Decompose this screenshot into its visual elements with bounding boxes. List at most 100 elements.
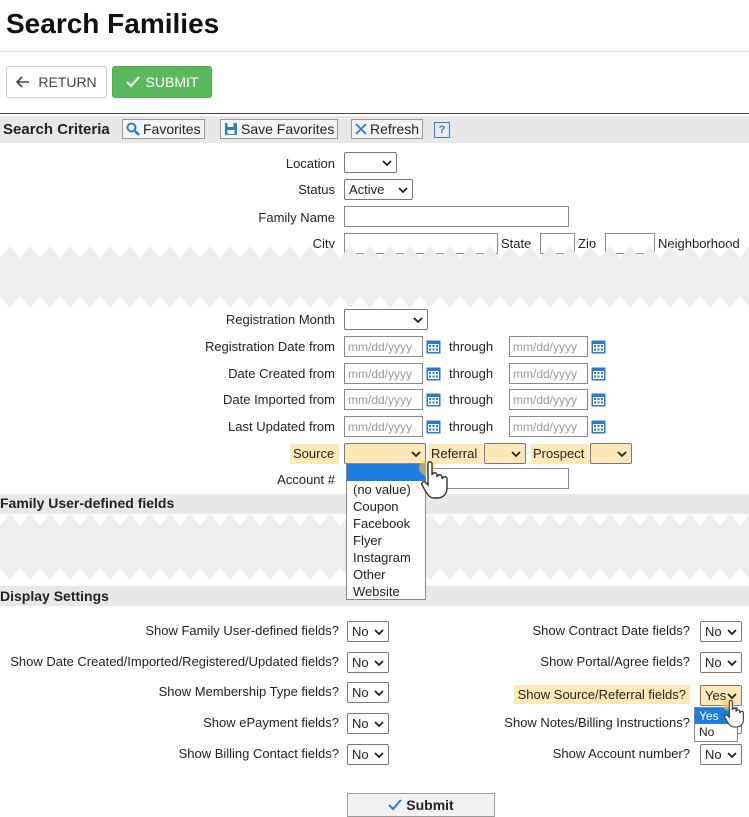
divider bbox=[0, 51, 749, 52]
submit-button-top[interactable]: SUBMIT bbox=[112, 66, 212, 98]
display-settings-title: Display Settings bbox=[0, 588, 109, 604]
search-icon bbox=[126, 122, 140, 136]
location-label: Location bbox=[285, 156, 335, 171]
date-created-from-input[interactable]: mm/dd/yyyy bbox=[344, 363, 423, 384]
check-icon bbox=[125, 76, 140, 88]
submit-bottom-label: Submit bbox=[406, 797, 454, 813]
last-updated-to-input[interactable]: mm/dd/yyyy bbox=[509, 416, 588, 437]
chevron-down-icon bbox=[374, 659, 384, 666]
save-icon bbox=[225, 123, 237, 135]
dropdown-item[interactable]: (no value) bbox=[347, 481, 425, 498]
date-imported-label: Date Imported from bbox=[223, 392, 335, 407]
last-updated-label: Last Updated from bbox=[228, 419, 335, 434]
close-icon bbox=[355, 123, 367, 135]
display-left-label: Show Date Created/Imported/Registered/Up… bbox=[10, 654, 339, 669]
registration-month-label: Registration Month bbox=[225, 312, 335, 327]
display-right-label: Show Account number? bbox=[552, 746, 690, 761]
return-label: RETURN bbox=[38, 74, 97, 90]
family-name-label: Family Name bbox=[258, 210, 335, 225]
hand-cursor-icon bbox=[722, 699, 744, 728]
favorites-button[interactable]: Favorites bbox=[122, 119, 205, 139]
chevron-down-icon bbox=[617, 450, 627, 457]
help-icon[interactable]: ? bbox=[434, 122, 450, 138]
display-left-select[interactable]: No bbox=[347, 744, 389, 765]
favorites-label: Favorites bbox=[143, 121, 201, 137]
through-label: through bbox=[449, 339, 494, 354]
prospect-select[interactable] bbox=[590, 443, 632, 464]
chevron-down-icon bbox=[511, 450, 521, 457]
calendar-icon[interactable] bbox=[591, 392, 606, 407]
location-select[interactable] bbox=[344, 152, 397, 173]
registration-date-label: Registration Date from bbox=[204, 339, 335, 354]
chevron-down-icon bbox=[374, 628, 384, 635]
display-left-label: Show Family User-defined fields? bbox=[145, 623, 339, 638]
registration-date-from-input[interactable]: mm/dd/yyyy bbox=[344, 336, 423, 357]
date-created-label: Date Created from bbox=[228, 366, 335, 381]
divider bbox=[0, 113, 749, 114]
calendar-icon[interactable] bbox=[426, 392, 441, 407]
dropdown-item[interactable]: Facebook bbox=[347, 515, 425, 532]
status-select[interactable]: Active bbox=[344, 179, 413, 200]
display-right-label: Show Portal/Agree fields? bbox=[540, 654, 690, 669]
family-name-input[interactable] bbox=[344, 206, 569, 227]
submit-label: SUBMIT bbox=[145, 74, 199, 90]
calendar-icon[interactable] bbox=[426, 419, 441, 434]
chevron-down-icon bbox=[374, 689, 384, 696]
dropdown-item[interactable]: Website bbox=[347, 583, 425, 600]
source-label: Source bbox=[290, 444, 339, 464]
calendar-icon[interactable] bbox=[591, 339, 606, 354]
dropdown-item[interactable]: Other bbox=[347, 566, 425, 583]
date-imported-from-input[interactable]: mm/dd/yyyy bbox=[344, 389, 423, 410]
dropdown-item[interactable]: Instagram bbox=[347, 549, 425, 566]
display-right-select[interactable]: No bbox=[700, 744, 742, 765]
calendar-icon[interactable] bbox=[591, 366, 606, 381]
calendar-icon[interactable] bbox=[591, 419, 606, 434]
chevron-down-icon bbox=[727, 628, 737, 635]
referral-select[interactable] bbox=[484, 443, 526, 464]
chevron-down-icon bbox=[374, 751, 384, 758]
display-left-select[interactable]: No bbox=[347, 621, 389, 642]
return-button[interactable]: RETURN bbox=[6, 66, 107, 98]
display-right-select[interactable]: No bbox=[700, 621, 742, 642]
display-left-label: Show Billing Contact fields? bbox=[178, 746, 339, 761]
through-label: through bbox=[449, 392, 494, 407]
account-label: Account # bbox=[277, 472, 335, 487]
date-imported-to-input[interactable]: mm/dd/yyyy bbox=[509, 389, 588, 410]
display-left-select[interactable]: No bbox=[347, 652, 389, 673]
registration-date-to-input[interactable]: mm/dd/yyyy bbox=[509, 336, 588, 357]
chevron-down-icon bbox=[382, 159, 392, 166]
arrow-left-icon bbox=[16, 76, 30, 88]
status-label: Status bbox=[298, 182, 335, 197]
chevron-down-icon bbox=[411, 450, 421, 457]
dropdown-item[interactable]: Flyer bbox=[347, 532, 425, 549]
chevron-down-icon bbox=[413, 316, 423, 323]
display-right-label: Show Notes/Billing Instructions? bbox=[504, 715, 690, 730]
chevron-down-icon bbox=[398, 186, 408, 193]
display-left-label: Show ePayment fields? bbox=[203, 715, 339, 730]
save-favorites-button[interactable]: Save Favorites bbox=[220, 119, 339, 139]
display-left-select[interactable]: No bbox=[347, 713, 389, 734]
chevron-down-icon bbox=[374, 720, 384, 727]
display-right-label: Show Contract Date fields? bbox=[532, 623, 690, 638]
torn-edge-divider bbox=[0, 246, 749, 308]
date-created-to-input[interactable]: mm/dd/yyyy bbox=[509, 363, 588, 384]
display-right-select[interactable]: No bbox=[700, 652, 742, 673]
refresh-button[interactable]: Refresh bbox=[351, 119, 424, 139]
calendar-icon[interactable] bbox=[426, 339, 441, 354]
through-label: through bbox=[449, 366, 494, 381]
chevron-down-icon bbox=[727, 751, 737, 758]
source-dropdown-list[interactable]: (no value) Coupon Facebook Flyer Instagram Ot… bbox=[346, 463, 426, 600]
page-title: Search Families bbox=[6, 8, 220, 39]
submit-button-bottom[interactable]: Submit bbox=[347, 793, 495, 817]
dropdown-item[interactable]: Coupon bbox=[347, 498, 425, 515]
refresh-label: Refresh bbox=[370, 121, 420, 137]
calendar-icon[interactable] bbox=[426, 366, 441, 381]
chevron-down-icon bbox=[727, 659, 737, 666]
hand-cursor-icon bbox=[419, 460, 448, 499]
last-updated-from-input[interactable]: mm/dd/yyyy bbox=[344, 416, 423, 437]
save-favorites-label: Save Favorites bbox=[241, 121, 335, 137]
display-left-select[interactable]: No bbox=[347, 682, 389, 703]
dropdown-item-blank[interactable] bbox=[347, 464, 425, 481]
registration-month-select[interactable] bbox=[344, 309, 428, 330]
source-select[interactable] bbox=[344, 443, 426, 464]
